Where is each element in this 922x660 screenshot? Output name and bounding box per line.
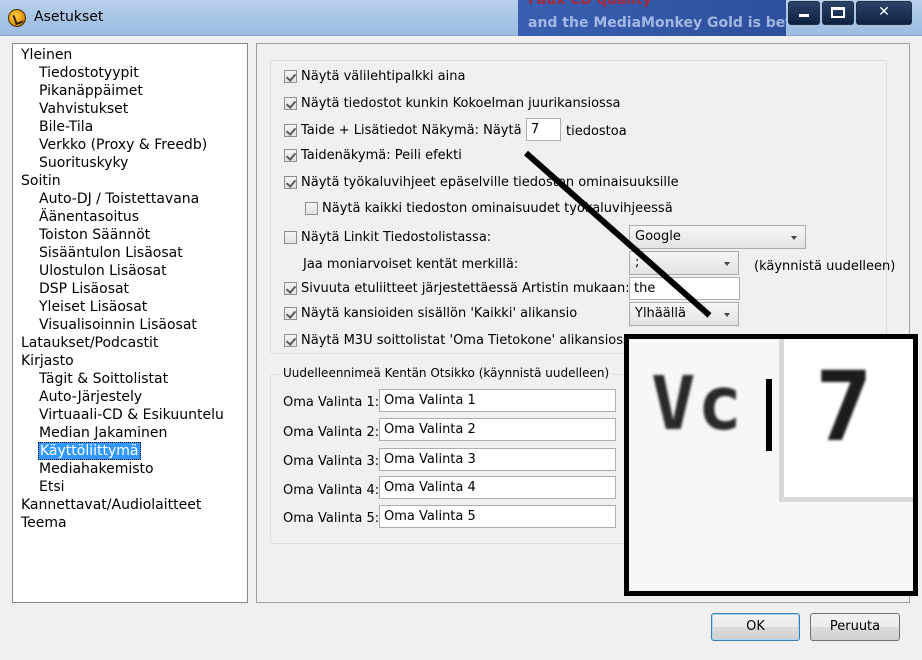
custom-field-label: Oma Valinta 4:: [283, 483, 380, 498]
all-subfolder-label: Näytä kansioiden sisällön 'Kaikki' alika…: [301, 306, 578, 321]
minimize-icon: [799, 14, 809, 17]
all-subfolder-checkbox[interactable]: [284, 307, 297, 320]
art-view-count-input[interactable]: 7: [526, 118, 561, 141]
settings-tree[interactable]: Yleinen Tiedostotyypit Pikanäppäimet Vah…: [12, 43, 248, 603]
tree-item[interactable]: Kirjasto: [21, 352, 74, 370]
tree-item[interactable]: Bile-Tila: [39, 118, 93, 136]
tree-item[interactable]: Sisääntulon Lisäosat: [39, 244, 183, 262]
tree-item[interactable]: Verkko (Proxy & Freedb): [39, 136, 207, 154]
title-bar: Asetukset Faux CD quality and the MediaM…: [0, 0, 922, 36]
root-folder-label: Näytä tiedostot kunkin Kokoelman juurika…: [301, 96, 621, 111]
mirror-label: Taidenäkymä: Peili efekti: [301, 148, 462, 163]
tree-item[interactable]: Ulostulon Lisäosat: [39, 262, 167, 280]
tooltips-label: Näytä työkaluvihjeet epäselville tiedost…: [301, 175, 679, 190]
custom-field-label: Oma Valinta 3:: [283, 454, 380, 469]
tabbar-label: Näytä välilehtipalkki aina: [301, 69, 466, 84]
ok-button[interactable]: OK: [711, 613, 800, 641]
zoom-left-text: Vc: [651, 361, 745, 447]
tree-item-selected[interactable]: Käyttöliittymä: [38, 442, 141, 460]
tree-item[interactable]: DSP Lisäosat: [39, 280, 129, 298]
restart-note: (käynnistä uudelleen): [754, 259, 896, 274]
m3u-label: Näytä M3U soittolistat 'Oma Tietokone' a…: [301, 333, 638, 348]
tree-item[interactable]: Äänentasoitus: [39, 208, 139, 226]
links-checkbox[interactable]: [284, 231, 297, 244]
tree-item[interactable]: Yleinen: [21, 46, 72, 64]
art-view-label: Taide + Lisätiedot Näkymä: Näytä va: [301, 123, 542, 138]
tree-item[interactable]: Yleiset Lisäosat: [39, 298, 147, 316]
all-props-label: Näytä kaikki tiedoston ominaisuudet työk…: [322, 201, 673, 216]
maximize-button[interactable]: [822, 1, 854, 25]
tree-item[interactable]: Auto-Järjestely: [39, 388, 142, 406]
custom-field-input[interactable]: Oma Valinta 5: [379, 505, 616, 528]
custom-field-input[interactable]: Oma Valinta 4: [379, 476, 616, 499]
zoom-caret: [766, 379, 772, 451]
custom-field-input[interactable]: Oma Valinta 1: [379, 389, 616, 412]
custom-field-label: Oma Valinta 1:: [283, 395, 380, 410]
tabbar-checkbox[interactable]: [284, 70, 297, 83]
custom-fields-legend: Uudelleennimeä Kentän Otsikko (käynnistä…: [280, 366, 613, 380]
tree-item[interactable]: Etsi: [39, 478, 65, 496]
minimize-button[interactable]: [788, 1, 820, 25]
chevron-down-icon: [724, 313, 730, 317]
tree-item[interactable]: Kannettavat/Audiolaitteet: [21, 496, 201, 514]
all-subfolder-dropdown[interactable]: Ylhäällä: [629, 302, 739, 326]
maximize-icon: [831, 7, 845, 18]
tree-item[interactable]: Mediahakemisto: [39, 460, 154, 478]
tree-item[interactable]: Teema: [21, 514, 67, 532]
tree-item[interactable]: Soitin: [21, 172, 61, 190]
zoom-right-text: 7: [815, 351, 875, 463]
links-label: Näytä Linkit Tiedostolistassa:: [301, 230, 492, 245]
chevron-down-icon: [791, 236, 797, 240]
root-folder-checkbox[interactable]: [284, 97, 297, 110]
cancel-button[interactable]: Peruuta: [810, 613, 900, 641]
ignore-prefix-label: Sivuuta etuliitteet järjestettäessä Arti…: [301, 281, 630, 296]
custom-field-input[interactable]: Oma Valinta 2: [379, 418, 616, 441]
tree-item[interactable]: Tägit & Soittolistat: [39, 370, 168, 388]
close-button[interactable]: ✕: [856, 1, 912, 25]
zoom-magnifier: Vc 7: [624, 334, 918, 596]
background-banner: Faux CD quality and the MediaMonkey Gold…: [518, 0, 786, 36]
app-logo-icon: [8, 9, 26, 27]
split-label: Jaa moniarvoiset kentät merkillä:: [303, 257, 519, 272]
tree-item[interactable]: Lataukset/Podcastit: [21, 334, 158, 352]
m3u-checkbox[interactable]: [284, 334, 297, 347]
tree-item[interactable]: Visualisoinnin Lisäosat: [39, 316, 197, 334]
custom-field-label: Oma Valinta 5:: [283, 511, 380, 526]
all-props-checkbox[interactable]: [305, 202, 318, 215]
ignore-prefix-checkbox[interactable]: [284, 282, 297, 295]
art-view-checkbox[interactable]: [284, 124, 297, 137]
tooltips-checkbox[interactable]: [284, 176, 297, 189]
tree-item[interactable]: Pikanäppäimet: [39, 82, 143, 100]
art-view-suffix: tiedostoa: [566, 124, 627, 139]
window-title: Asetukset: [34, 9, 104, 25]
custom-field-input[interactable]: Oma Valinta 3: [379, 448, 616, 471]
chevron-down-icon: [724, 262, 730, 266]
mirror-checkbox[interactable]: [284, 149, 297, 162]
links-dropdown[interactable]: Google: [629, 225, 806, 249]
tree-item[interactable]: Toiston Säännöt: [39, 226, 150, 244]
tree-item[interactable]: Tiedostotyypit: [39, 64, 139, 82]
custom-field-label: Oma Valinta 2:: [283, 425, 380, 440]
tree-item[interactable]: Median Jakaminen: [39, 424, 167, 442]
tree-item[interactable]: Suorituskyky: [39, 154, 128, 172]
close-icon: ✕: [878, 4, 890, 20]
tree-item[interactable]: Vahvistukset: [39, 100, 128, 118]
tree-item[interactable]: Virtuaali-CD & Esikuuntelu: [39, 406, 224, 424]
tree-item[interactable]: Auto-DJ / Toistettavana: [39, 190, 199, 208]
